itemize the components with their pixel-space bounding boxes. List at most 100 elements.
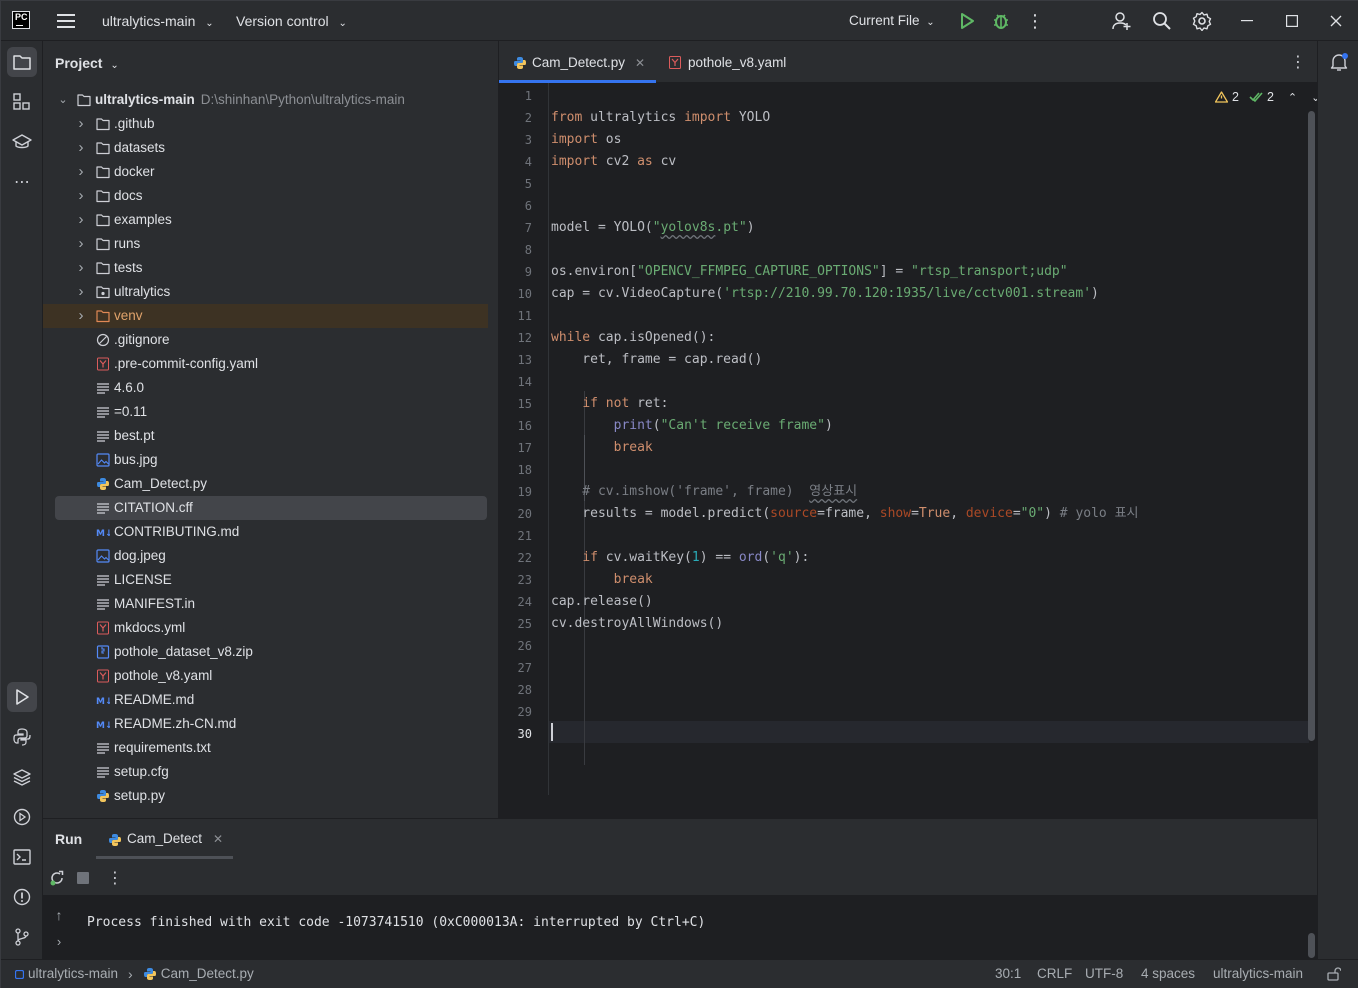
close-icon[interactable] [1326,11,1346,31]
services-tool-button[interactable] [7,802,37,832]
tree-item[interactable]: M↓ CONTRIBUTING.md [43,520,488,544]
tree-item[interactable]: best.pt [43,424,488,448]
tree-item[interactable]: › tests [43,256,488,280]
tree-item[interactable]: 4.6.0 [43,376,488,400]
code-area[interactable]: from ultralytics import YOLO import os imp… [499,83,1317,795]
tree-item[interactable]: › docker [43,160,488,184]
editor-scrollbar[interactable] [1308,111,1315,741]
terminal-tool-button[interactable] [7,842,37,872]
layers-tool-button[interactable] [7,762,37,792]
tree-item[interactable]: pothole_v8.yaml [43,664,488,688]
chevron-right-icon[interactable]: › [73,184,89,208]
tree-item[interactable]: M↓ README.md [43,688,488,712]
more-tools-icon[interactable]: ⋯ [7,167,37,197]
tree-item[interactable]: MANIFEST.in [43,592,488,616]
debug-button[interactable] [991,11,1011,31]
caret-position[interactable]: 30:1 [995,960,1021,988]
file-encoding[interactable]: UTF-8 [1085,960,1123,988]
tree-item[interactable]: setup.py [43,784,488,808]
inspection-widget[interactable]: 2 2 ⌃ ⌄ [1215,88,1320,106]
more-options-icon[interactable]: ⋮ [105,868,125,888]
stop-icon[interactable] [73,868,93,888]
chevron-up-icon[interactable]: ⌃ [1288,91,1297,104]
yaml-file-icon [669,56,681,69]
console-scrollbar[interactable] [1308,933,1315,958]
tree-item[interactable]: .gitignore [43,328,488,352]
chevron-right-icon[interactable]: › [51,933,67,949]
tab-options-icon[interactable]: ⋮ [1289,53,1307,71]
notifications-bell-icon[interactable] [1328,51,1350,73]
run-config-selector[interactable]: Current File ⌄ [849,1,935,41]
interpreter[interactable]: ultralytics-main [1213,960,1303,988]
tab-pothole-yaml[interactable]: pothole_v8.yaml [656,41,806,83]
tab-cam-detect[interactable]: Cam_Detect.py ✕ [499,41,656,83]
tree-item[interactable]: › ultralytics [43,280,488,304]
tree-item[interactable]: LICENSE [43,568,488,592]
yaml-file-icon [97,669,109,683]
breadcrumb-file[interactable]: Cam_Detect.py [161,960,254,988]
chevron-right-icon[interactable]: › [73,136,89,160]
tree-item[interactable]: dog.jpeg [43,544,488,568]
run-tool-button[interactable] [7,682,37,712]
tree-item[interactable]: › runs [43,232,488,256]
ok-count: 2 [1266,90,1274,104]
chevron-right-icon[interactable]: › [73,112,89,136]
run-tab-cam-detect[interactable]: Cam_Detect ✕ [96,819,233,859]
markdown-file-icon: M↓ [96,721,110,731]
svg-text:M↓: M↓ [96,529,110,539]
project-panel-header[interactable]: Project ⌄ [55,41,119,85]
tree-item[interactable]: CITATION.cff [55,496,487,520]
chevron-right-icon[interactable]: › [73,208,89,232]
tree-item[interactable]: M↓ README.zh-CN.md [43,712,488,736]
chevron-right-icon[interactable]: › [73,256,89,280]
tree-item-label: pothole_v8.yaml [114,668,213,683]
line-ending[interactable]: CRLF [1037,960,1072,988]
tree-item[interactable]: setup.cfg [43,760,488,784]
problems-tool-button[interactable] [7,882,37,912]
tree-item[interactable]: › venv [43,304,488,328]
project-tool-button[interactable] [7,47,37,77]
indent-setting[interactable]: 4 spaces [1141,960,1195,988]
search-icon[interactable] [1151,10,1173,32]
settings-gear-icon[interactable] [1191,10,1213,32]
minimize-icon[interactable] [1237,11,1257,31]
chevron-right-icon[interactable]: › [73,160,89,184]
tree-item[interactable]: › datasets [43,136,488,160]
tree-item[interactable]: pothole_dataset_v8.zip [43,640,488,664]
tree-root[interactable]: ⌄ ultralytics-main D:\shinhan\Python\ultr… [43,88,488,112]
arrow-up-icon[interactable]: ↑ [51,907,67,923]
tree-item[interactable]: › .github [43,112,488,136]
close-tab-icon[interactable]: ✕ [635,41,645,85]
run-button[interactable] [957,11,977,31]
text-caret [551,723,553,741]
tree-item[interactable]: .pre-commit-config.yaml [43,352,488,376]
tree-item[interactable]: mkdocs.yml [43,616,488,640]
graduation-cap-icon [12,134,32,149]
tree-item[interactable]: bus.jpg [43,448,488,472]
chevron-right-icon[interactable]: › [73,280,89,304]
add-user-icon[interactable] [1111,10,1133,32]
breadcrumb-project[interactable]: ultralytics-main [28,960,118,988]
warning-icon [1215,91,1228,103]
main-menu-icon[interactable] [55,11,77,31]
tree-item[interactable]: =0.11 [43,400,488,424]
tree-item[interactable]: requirements.txt [43,736,488,760]
git-tool-button[interactable] [7,922,37,952]
structure-tool-button[interactable] [7,87,37,117]
close-tab-icon[interactable]: ✕ [213,819,223,859]
python-packages-button[interactable] [7,722,37,752]
chevron-right-icon[interactable]: › [73,304,89,328]
maximize-icon[interactable] [1282,11,1302,31]
chevron-right-icon[interactable]: › [73,232,89,256]
chevron-down-icon[interactable]: ⌄ [55,88,71,112]
learn-tool-button[interactable] [7,127,37,157]
console-output-area[interactable]: ↑ › Process finished with exit code -107… [43,895,1317,960]
unlock-icon[interactable] [1326,966,1342,982]
vcs-menu[interactable]: Version control ⌄ [236,1,347,41]
tree-item[interactable]: › docs [43,184,488,208]
tree-item[interactable]: Cam_Detect.py [43,472,488,496]
project-switcher[interactable]: ultralytics-main ⌄ [102,1,214,41]
rerun-icon[interactable] [47,868,67,888]
tree-item[interactable]: › examples [43,208,488,232]
more-actions-icon[interactable]: ⋮ [1025,11,1045,31]
